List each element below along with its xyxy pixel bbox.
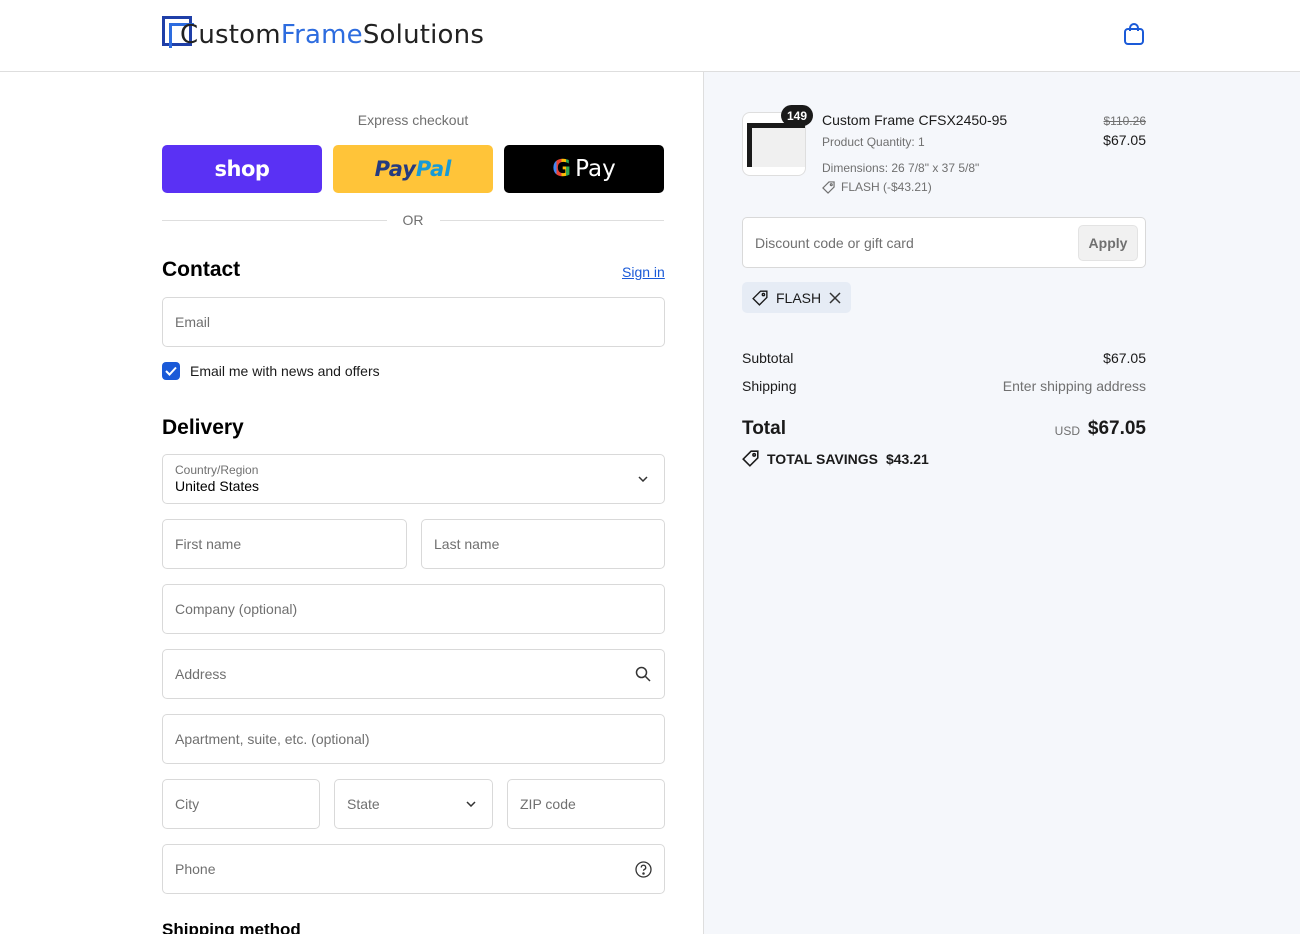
close-icon[interactable] <box>829 291 841 304</box>
store-logo[interactable]: CustomFrameSolutions <box>162 16 484 50</box>
city-field[interactable]: City <box>162 779 320 829</box>
tag-icon <box>752 289 768 306</box>
order-summary-panel <box>703 72 1300 934</box>
last-name-field[interactable]: Last name <box>421 519 665 569</box>
product-dimensions: Dimensions: 26 7/8" x 37 5/8" <box>822 161 980 175</box>
delivery-title: Delivery <box>162 416 244 439</box>
contact-title: Contact <box>162 258 241 281</box>
frame-image <box>747 123 805 167</box>
checkout-header: CustomFrameSolutions <box>0 0 1300 72</box>
checkmark-icon <box>165 366 177 376</box>
original-price: $110.26 <box>1103 114 1147 128</box>
zip-field[interactable]: ZIP code <box>507 779 665 829</box>
shipping-label: Shipping <box>742 378 797 394</box>
quantity-badge: 149 <box>781 105 814 126</box>
product-discount: FLASH (-$43.21) <box>822 180 932 194</box>
currency-code: USD <box>1054 424 1080 438</box>
state-select[interactable]: State <box>334 779 493 829</box>
chevron-down-icon <box>634 470 652 488</box>
shop-pay-button[interactable]: shop <box>162 145 322 193</box>
apply-discount-button[interactable]: Apply <box>1078 225 1138 261</box>
newsletter-checkbox[interactable] <box>162 362 180 380</box>
country-select[interactable]: Country/Region United States <box>162 454 665 504</box>
or-divider: OR <box>162 212 664 228</box>
tag-icon <box>742 450 759 467</box>
company-field[interactable]: Company (optional) <box>162 584 665 634</box>
google-g-icon: G <box>552 156 572 182</box>
search-icon <box>634 665 652 683</box>
subtotal-label: Subtotal <box>742 350 794 366</box>
shipping-method-title: Shipping method <box>162 920 301 934</box>
apartment-field[interactable]: Apartment, suite, etc. (optional) <box>162 714 665 764</box>
product-quantity: Product Quantity: 1 <box>822 135 925 149</box>
email-field[interactable]: Email <box>162 297 665 347</box>
chevron-down-icon <box>462 795 480 813</box>
first-name-field[interactable]: First name <box>162 519 407 569</box>
newsletter-checkbox-row[interactable]: Email me with news and offers <box>162 362 380 380</box>
total-savings: TOTAL SAVINGS $43.21 <box>742 450 929 467</box>
subtotal-value: $67.05 <box>1103 350 1146 366</box>
express-checkout-label: Express checkout <box>357 112 469 128</box>
tag-icon <box>822 180 835 194</box>
google-pay-button[interactable]: G Pay <box>504 145 664 193</box>
shipping-value: Enter shipping address <box>1002 378 1146 394</box>
address-field[interactable]: Address <box>162 649 665 699</box>
product-name: Custom Frame CFSX2450-95 <box>822 112 1008 128</box>
logo-text: CustomFrameSolutions <box>180 20 485 50</box>
current-price: $67.05 <box>1103 132 1146 148</box>
paypal-button[interactable]: Pay Pal <box>333 145 493 193</box>
total-label: Total <box>742 418 786 439</box>
total-value: $67.05 <box>1087 418 1146 439</box>
newsletter-label: Email me with news and offers <box>190 363 380 379</box>
applied-discount-chip: FLASH <box>742 282 852 313</box>
sign-in-link[interactable]: Sign in <box>622 264 665 280</box>
shopping-bag-icon[interactable] <box>1123 22 1145 46</box>
help-circle-icon[interactable] <box>634 860 652 878</box>
phone-field[interactable]: Phone <box>162 844 665 894</box>
